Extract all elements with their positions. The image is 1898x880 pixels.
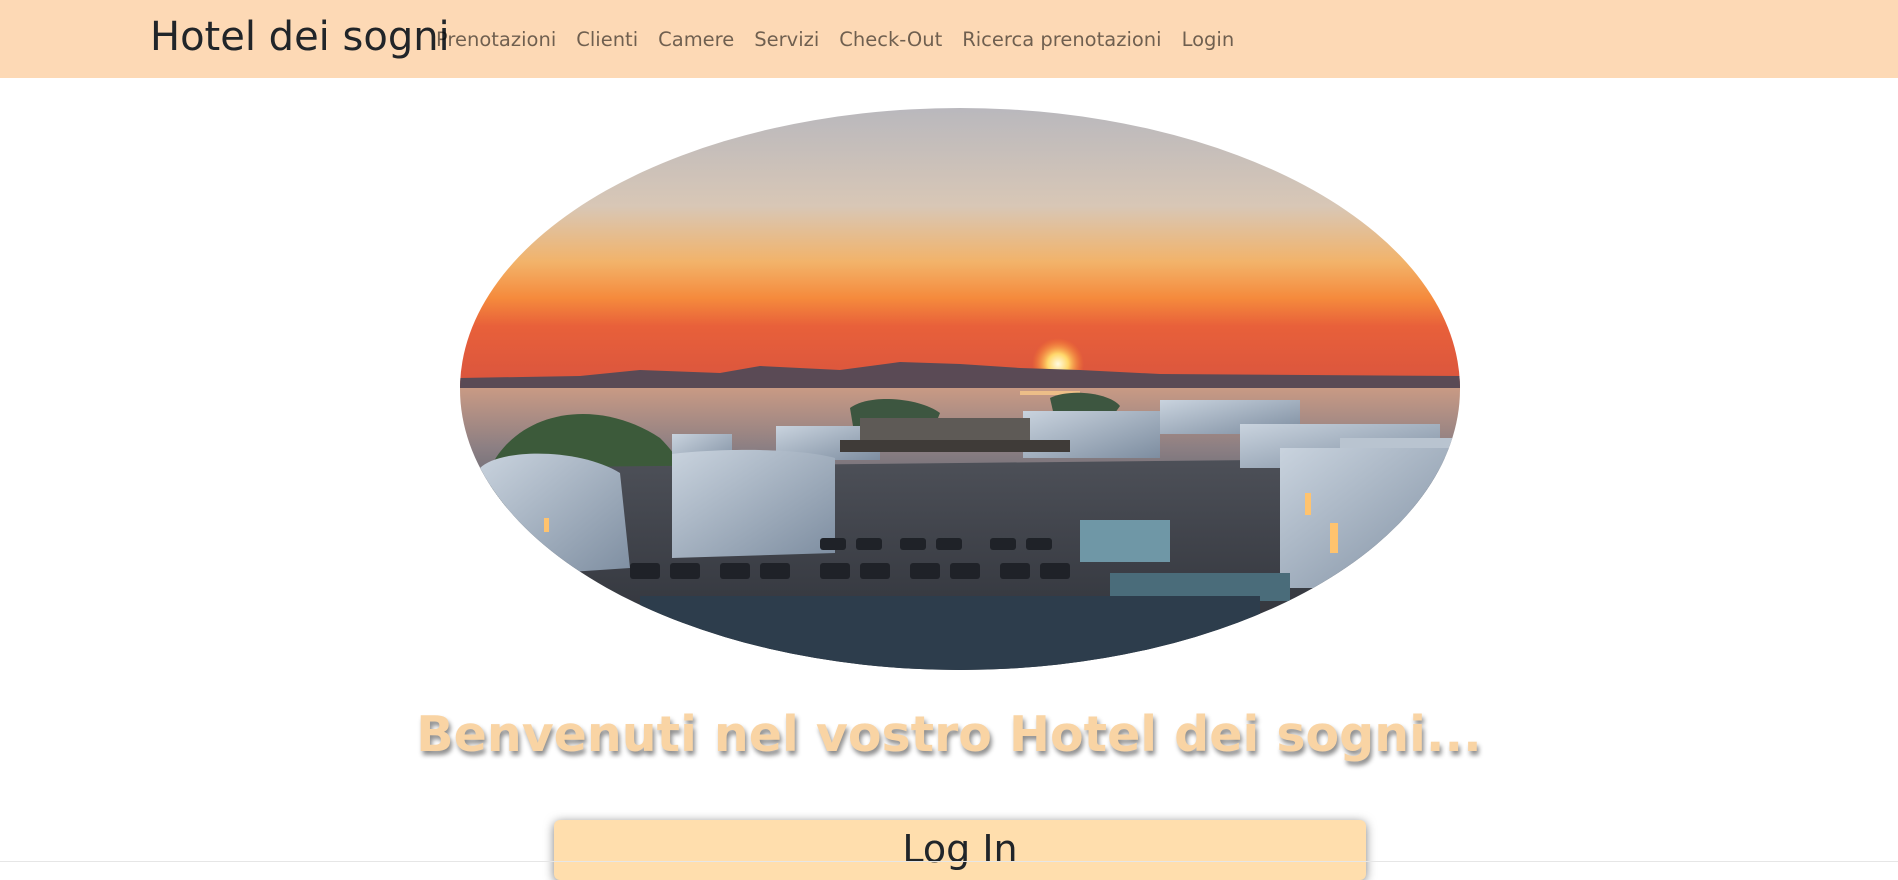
navbar: Hotel dei sogni Prenotazioni Clienti Cam… [0,0,1898,78]
nav-link-servizi[interactable]: Servizi [744,25,829,55]
nav-link-login[interactable]: Login [1172,25,1245,55]
brand-link[interactable]: Hotel dei sogni [150,12,450,62]
nav-links: Prenotazioni Clienti Camere Servizi Chec… [426,25,1244,55]
nav-link-check-out[interactable]: Check-Out [829,25,952,55]
nav-link-prenotazioni[interactable]: Prenotazioni [426,25,566,55]
login-card: Log In [554,820,1366,880]
nav-link-ricerca-prenotazioni[interactable]: Ricerca prenotazioni [952,25,1171,55]
login-title: Log In [902,827,1018,871]
nav-link-clienti[interactable]: Clienti [566,25,648,55]
nav-link-camere[interactable]: Camere [648,25,744,55]
welcome-heading: Benvenuti nel vostro Hotel dei sogni... [416,706,1482,763]
hero-image [460,108,1460,670]
